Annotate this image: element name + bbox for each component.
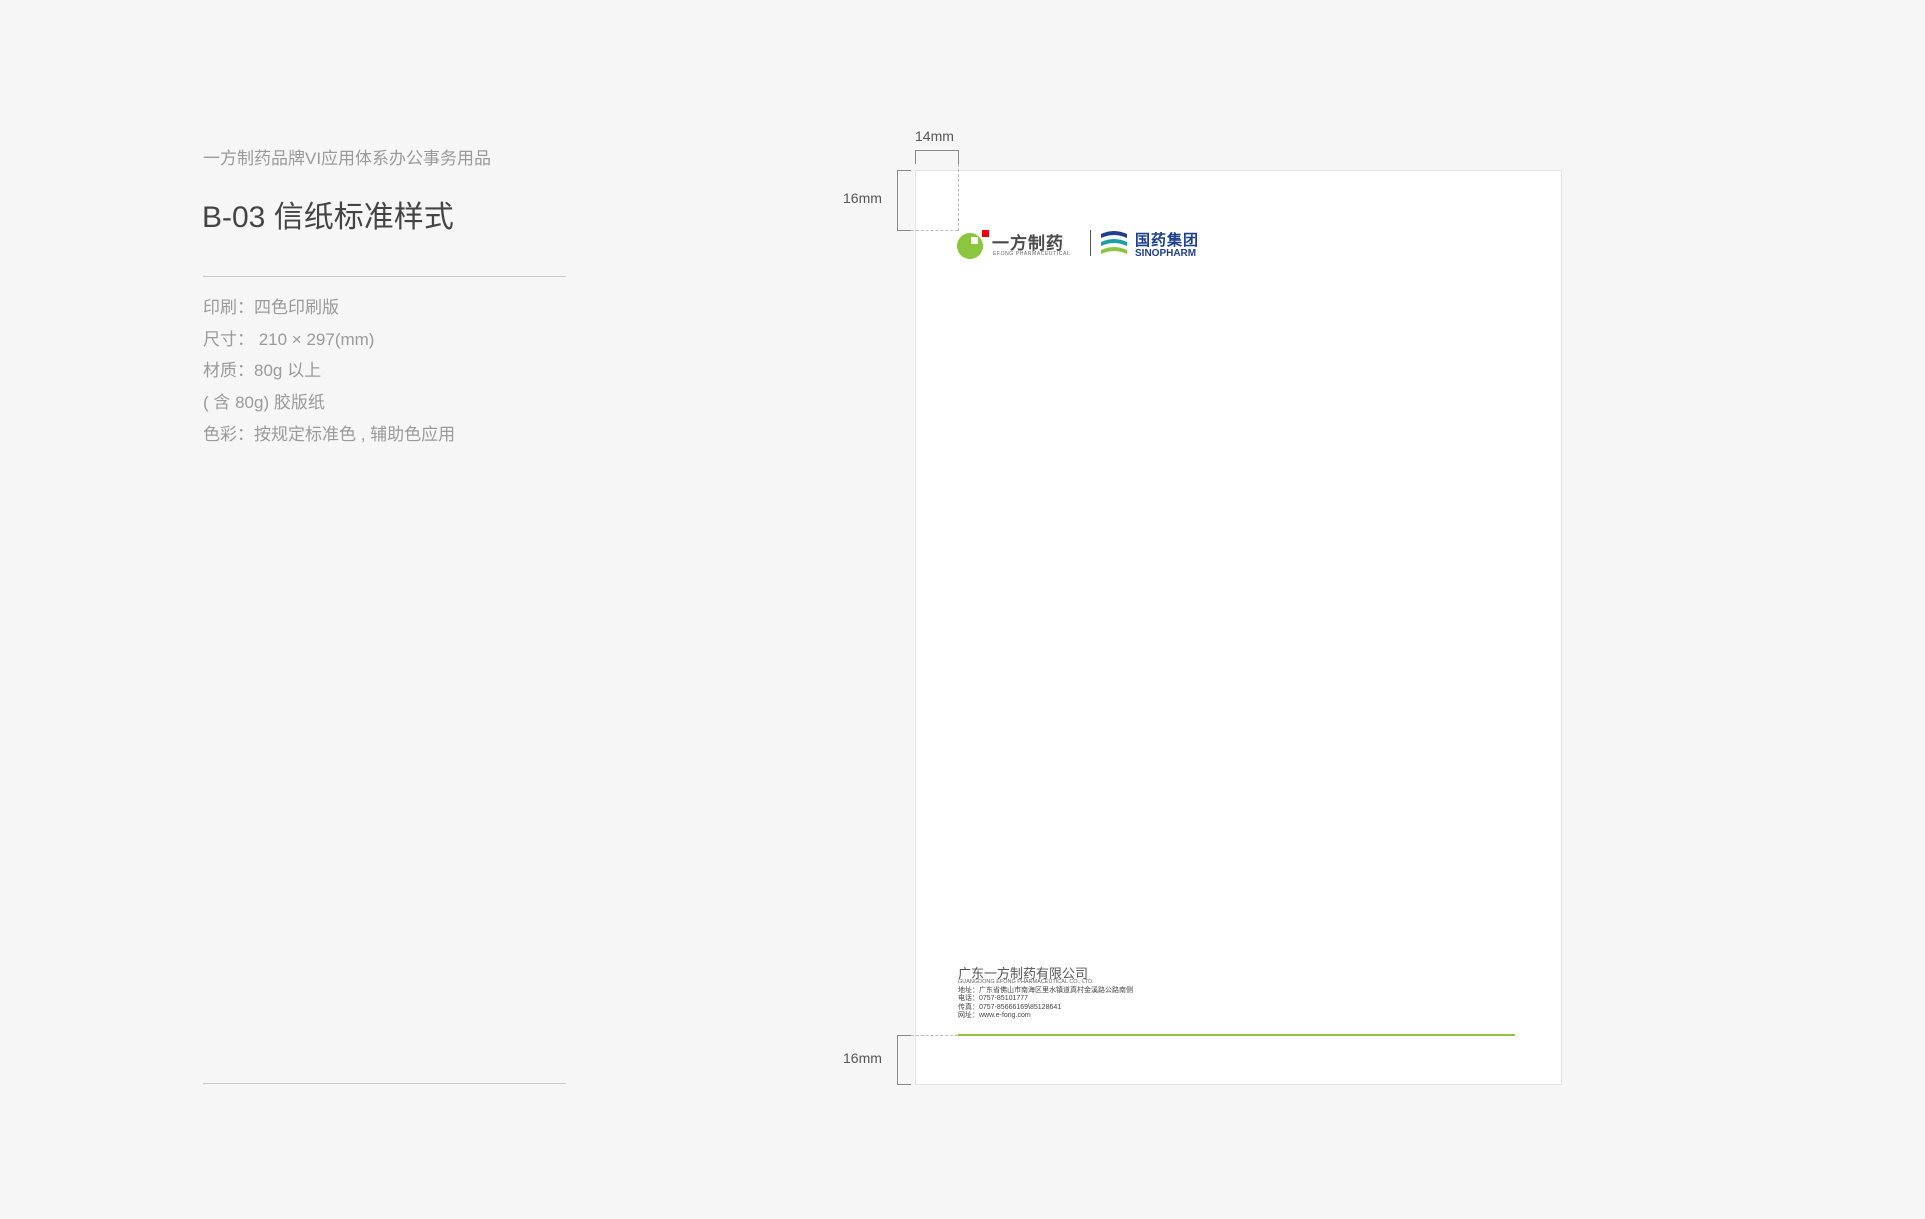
left-margin-tick-left — [915, 150, 916, 164]
spec-color: 色彩：按规定标准色 , 辅助色应用 — [203, 424, 456, 444]
top-divider — [203, 276, 566, 277]
sinopharm-english: SINOPHARM — [1135, 248, 1197, 259]
bottom-margin-guide — [911, 1035, 958, 1036]
top-margin-guide — [911, 230, 958, 231]
series-subtitle: 一方制药品牌VI应用体系办公事务用品 — [203, 149, 492, 168]
efong-logo-icon — [957, 230, 989, 259]
left-margin-line — [915, 150, 959, 151]
contact-info: 地址：广东省佛山市南海区里水镇道真村金溪路公路南侧 电话：0757-851017… — [958, 987, 1133, 1020]
efong-brand-english: EFONG PHARMACEUTICAL — [993, 251, 1071, 257]
sinopharm-name: 国药集团 — [1135, 232, 1200, 249]
top-margin-line — [897, 170, 898, 231]
top-margin-tick-bottom — [897, 230, 911, 231]
company-name-english: GUANGDONG EFONG PHARMACEUTICAL CO., LTD. — [958, 979, 1094, 985]
page-title: B-03 信纸标准样式 — [202, 201, 454, 234]
contact-fax: 传真：0757-85666169\85128641 — [958, 1003, 1062, 1011]
spec-list: 印刷：四色印刷版 尺寸： 210 × 297(mm) 材质：80g 以上 ( 含… — [203, 292, 455, 451]
logo-separator — [1090, 230, 1091, 256]
bottom-divider — [203, 1083, 566, 1084]
bottom-margin-label: 16mm — [843, 1050, 882, 1066]
contact-website: 网址：www.e-fong.com — [958, 1011, 1031, 1019]
spec-material: 材质：80g 以上 — [203, 361, 322, 381]
top-margin-label: 16mm — [843, 190, 882, 206]
spec-material-note: ( 含 80g) 胶版纸 — [203, 393, 325, 413]
left-margin-tick-right — [958, 150, 959, 164]
top-margin-tick-top — [897, 170, 911, 171]
spec-size: 尺寸： 210 × 297(mm) — [203, 329, 375, 349]
bottom-margin-tick-top — [897, 1035, 911, 1036]
left-margin-guide — [958, 164, 959, 231]
contact-phone: 电话：0757-85101777 — [958, 995, 1029, 1003]
spec-printing: 印刷：四色印刷版 — [203, 298, 339, 317]
bottom-margin-tick-bottom — [897, 1084, 911, 1085]
left-margin-label: 14mm — [915, 128, 954, 144]
sinopharm-logo-icon — [1101, 231, 1127, 254]
bottom-margin-line — [897, 1035, 898, 1085]
letterhead-paper — [915, 170, 1562, 1085]
footer-green-rule — [958, 1034, 1515, 1036]
